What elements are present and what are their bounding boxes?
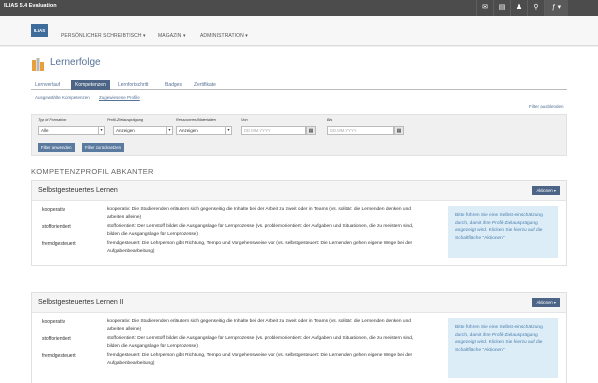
hide-filter-link[interactable]: Filter ausblenden xyxy=(529,104,564,109)
filter-label-resources: Ressourcen/Materialien xyxy=(176,118,216,122)
top-bar: ILIAS 5.4 Evaluation ✉ ▤ ♟ ⚲ ƒ ▾ xyxy=(0,0,598,16)
info-message: Bitte führen Sie eine Selbst-einschätzun… xyxy=(448,318,558,378)
resources-select[interactable]: Anzeigen ▼ xyxy=(176,126,232,135)
main-header: ILIAS PERSÖNLICHER SCHREIBTISCH ▾ MAGAZI… xyxy=(0,16,598,46)
from-date-input[interactable]: DD.MM.YYYY xyxy=(241,126,306,135)
tab-bar: Lernverlauf Kompetenzen Lernfortschritt … xyxy=(31,80,567,90)
row-text: kooperativ: Die Studierenden erläutern s… xyxy=(107,207,411,220)
formation-select[interactable]: Alle ▼ xyxy=(38,126,105,135)
filter-label-target: Profil-Zielausprägung xyxy=(107,118,144,122)
user-icon[interactable]: ƒ ▾ xyxy=(544,0,568,16)
calendar-icon[interactable]: ▦ xyxy=(394,126,404,135)
row-text: kooperativ: Die Studierenden erläutern s… xyxy=(107,319,411,332)
row-label: kooperativ xyxy=(42,207,66,213)
chevron-down-icon: ▼ xyxy=(98,127,104,134)
panel-title: Selbstgesteuertes Lernen xyxy=(38,187,118,194)
subtab-selected-competences[interactable]: Ausgewählte Kompetenzen xyxy=(35,95,90,100)
row-text: fremdgesteuert: Die Lehrperson gibt Rich… xyxy=(107,353,413,366)
filter-panel: Typ of Formation Profil-Zielausprägung R… xyxy=(31,114,567,156)
ilias-logo[interactable]: ILIAS xyxy=(31,24,48,37)
calendar-icon[interactable]: ▦ xyxy=(306,126,316,135)
row-label: kooperativ xyxy=(42,319,66,325)
panel-header: Selbstgesteuertes Lernen II Aktionen ▾ xyxy=(32,293,566,313)
filter-label-to: Bis xyxy=(327,118,333,122)
actions-button[interactable]: Aktionen ▾ xyxy=(532,298,560,307)
panel-header: Selbstgesteuertes Lernen Aktionen ▾ xyxy=(32,181,566,201)
tab-learning-progress[interactable]: Lernfortschritt xyxy=(114,80,153,90)
row-label: stofforientiert xyxy=(42,224,71,230)
tab-competences[interactable]: Kompetenzen xyxy=(71,80,110,90)
row-label: fremdgesteuert xyxy=(42,353,76,359)
filter-label-from: Von xyxy=(241,118,248,122)
content-area: Lernerfolge Lernverlauf Kompetenzen Lern… xyxy=(0,47,598,383)
nav-repository[interactable]: MAGAZIN ▾ xyxy=(158,33,186,39)
installation-title: ILIAS 5.4 Evaluation xyxy=(4,3,57,9)
filter-label-formation: Typ of Formation xyxy=(38,118,67,122)
tab-learning-history[interactable]: Lernverlauf xyxy=(31,80,64,90)
chevron-down-icon: ▼ xyxy=(166,127,172,134)
nav-administration[interactable]: ADMINISTRATION ▾ xyxy=(200,33,248,39)
tab-badges[interactable]: Badges xyxy=(161,80,186,90)
apply-filter-button[interactable]: Filter anwenden xyxy=(38,143,75,152)
profile-panel: Selbstgesteuertes Lernen II Aktionen ▾ k… xyxy=(31,292,567,383)
tab-certificates[interactable]: Zertifikate xyxy=(190,80,220,90)
info-message: Bitte führen Sie eine Selbst-einschätzun… xyxy=(448,206,558,258)
section-title: KOMPETENZPROFIL ABKANTER xyxy=(31,167,154,176)
row-label: stofforientiert xyxy=(42,336,71,342)
profile-panel: Selbstgesteuertes Lernen Aktionen ▾ koop… xyxy=(31,180,567,266)
search-icon[interactable]: ⚲ xyxy=(527,0,544,16)
row-label: fremdgesteuert xyxy=(42,241,76,247)
chevron-down-icon: ▼ xyxy=(225,127,231,134)
reset-filter-button[interactable]: Filter zurücksetzen xyxy=(82,143,125,152)
page-title: Lernerfolge xyxy=(50,57,101,68)
row-text: stofforientiert: Der Lernstoff bildet di… xyxy=(107,224,414,237)
contacts-icon[interactable]: ♟ xyxy=(510,0,527,16)
actions-button[interactable]: Aktionen ▾ xyxy=(532,186,560,195)
panel-title: Selbstgesteuertes Lernen II xyxy=(38,299,124,306)
row-text: fremdgesteuert: Die Lehrperson gibt Rich… xyxy=(107,241,413,254)
row-text: stofforientiert: Der Lernstoff bildet di… xyxy=(107,336,414,349)
nav-personal-desktop[interactable]: PERSÖNLICHER SCHREIBTISCH ▾ xyxy=(61,33,146,39)
target-select[interactable]: Anzeigen ▼ xyxy=(113,126,173,135)
notes-icon[interactable]: ▤ xyxy=(493,0,510,16)
mail-icon[interactable]: ✉ xyxy=(476,0,493,16)
subtab-assigned-profiles[interactable]: Zugewiesene Profile xyxy=(99,95,140,100)
achievements-icon xyxy=(32,58,44,71)
to-date-input[interactable]: DD.MM.YYYY xyxy=(327,126,394,135)
